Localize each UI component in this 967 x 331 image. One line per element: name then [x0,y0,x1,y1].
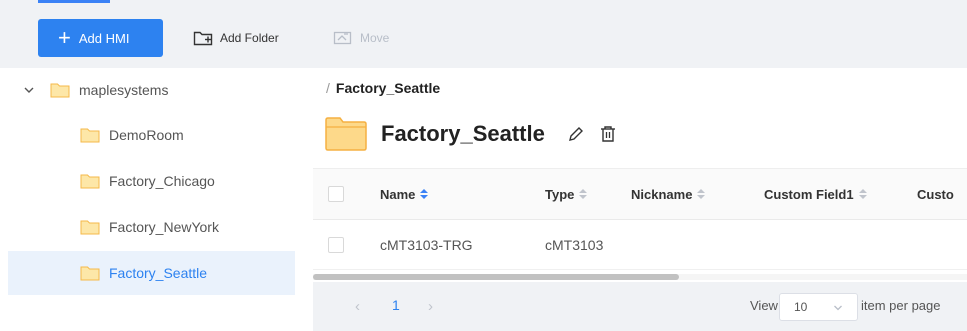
column-header-custom-field1[interactable]: Custom Field1 [764,169,867,219]
checkbox[interactable] [328,186,344,202]
column-header-nickname[interactable]: Nickname [631,169,706,219]
column-header-label: Custom Field1 [764,186,854,202]
trash-icon[interactable] [599,125,617,143]
chevron-down-icon [834,305,842,311]
page-header: Factory_Seattle [325,114,617,154]
column-header-label: Name [380,186,416,202]
edit-icon[interactable] [567,125,585,143]
column-header-custom-field2[interactable]: Custo [917,169,954,219]
table-header: Name Type Nickname Custom Field1 Custo [313,168,967,220]
page-title: Factory_Seattle [381,121,545,146]
add-folder-icon [193,31,213,46]
page-number[interactable]: 1 [392,297,400,313]
move-icon [333,31,352,45]
column-header-name[interactable]: Name [380,169,429,219]
folder-tree: maplesystems DemoRoom Factory_Chicago Fa… [8,68,295,331]
tree-item-factory-newyork[interactable]: Factory_NewYork [8,205,295,249]
view-label: View [750,298,778,313]
folder-icon [325,117,367,151]
folder-icon [80,266,100,281]
tree-item-label: Factory_NewYork [109,219,219,235]
checkbox[interactable] [328,236,344,253]
add-hmi-label: Add HMI [78,30,130,46]
select-all-checkbox[interactable] [328,169,344,219]
add-folder-label: Add Folder [220,31,279,45]
toolbar: + Add HMI Add Folder Move [0,0,967,68]
plus-icon: + [58,25,71,50]
move-label: Move [360,31,390,45]
folder-icon [80,128,100,143]
tree-item-label: maplesystems [79,82,169,98]
horizontal-scrollbar[interactable] [313,274,967,280]
add-hmi-button[interactable]: + Add HMI [38,19,163,57]
tree-item-label: DemoRoom [109,127,184,143]
add-folder-button[interactable]: Add Folder [193,19,279,57]
scrollbar-thumb[interactable] [313,274,679,280]
tree-item-maplesystems[interactable]: maplesystems [8,68,295,112]
next-page-button[interactable]: › [428,298,433,315]
tab-indicator [38,0,110,3]
tree-item-demoroom[interactable]: DemoRoom [8,113,295,157]
main-panel: / Factory_Seattle Factory_Seattle Name T… [313,68,967,331]
row-checkbox[interactable] [328,220,344,269]
folder-icon [50,83,70,98]
tree-item-label: Factory_Seattle [109,265,208,281]
sort-icon[interactable] [579,189,588,199]
tree-item-factory-seattle[interactable]: Factory_Seattle [8,251,295,295]
sort-icon[interactable] [420,189,429,199]
chevron-down-icon[interactable] [23,84,35,96]
breadcrumb-item[interactable]: Factory_Seattle [336,80,440,96]
per-page-select[interactable]: 10 [779,293,858,321]
column-header-label: Type [545,186,575,202]
folder-icon [80,174,100,189]
breadcrumb: / Factory_Seattle [326,80,440,96]
column-header-label: Nickname [631,186,693,202]
pagination: ‹ 1 › View 10 item per page [313,282,967,331]
table-row[interactable]: cMT3103-TRG cMT3103 [313,220,967,270]
breadcrumb-separator: / [326,80,330,96]
sort-icon[interactable] [697,189,706,199]
per-page-suffix: item per page [861,298,941,313]
tree-item-factory-chicago[interactable]: Factory_Chicago [8,159,295,203]
column-header-label: Custo [917,186,954,202]
per-page-value: 10 [794,300,808,314]
cell-type: cMT3103 [545,236,604,253]
cell-name[interactable]: cMT3103-TRG [380,220,473,269]
move-button[interactable]: Move [333,19,389,57]
folder-icon [80,220,100,235]
prev-page-button[interactable]: ‹ [355,298,360,315]
tree-item-label: Factory_Chicago [109,173,215,189]
column-header-type[interactable]: Type [545,169,588,219]
sort-icon[interactable] [858,189,867,199]
